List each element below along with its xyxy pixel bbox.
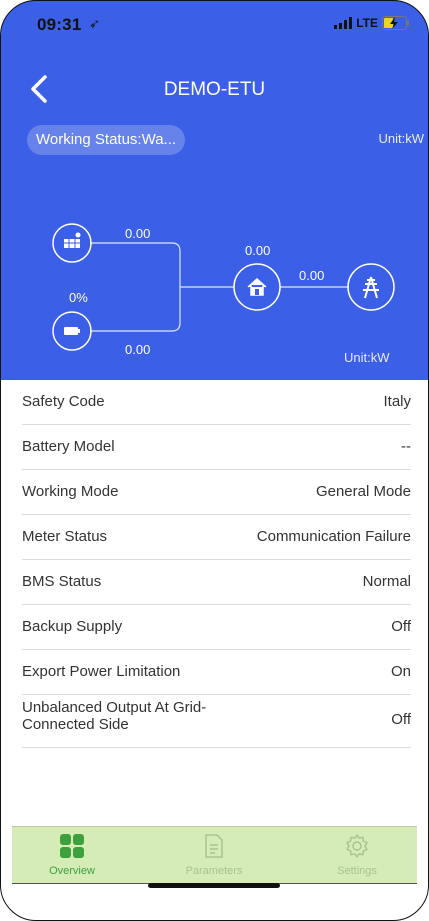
- detail-label: Battery Model: [22, 438, 115, 455]
- bottom-tab-bar: Overview Parameters Settings: [12, 826, 417, 884]
- tab-settings[interactable]: Settings: [297, 833, 417, 877]
- document-icon: [205, 834, 223, 858]
- grid-node[interactable]: [347, 263, 395, 311]
- load-power-value: 0.00: [245, 243, 271, 258]
- detail-label: Backup Supply: [22, 618, 123, 635]
- tab-label: Settings: [337, 865, 377, 877]
- detail-row-export-power-limitation: Export Power Limitation On: [22, 650, 411, 695]
- detail-row-safety-code: Safety Code Italy: [22, 380, 411, 425]
- energy-flow-diagram: [52, 223, 395, 351]
- app-screen: 09:31 ➶ LTE DEMO-ETU Working Status:Wa..…: [0, 0, 429, 921]
- detail-value: Normal: [362, 573, 411, 590]
- pv-node[interactable]: [52, 223, 92, 263]
- detail-label: BMS Status: [22, 573, 102, 590]
- tab-overview[interactable]: Overview: [12, 833, 132, 877]
- battery-node[interactable]: [52, 311, 92, 351]
- detail-row-battery-model: Battery Model --: [22, 425, 411, 470]
- detail-row-meter-status: Meter Status Communication Failure: [22, 515, 411, 560]
- detail-value: General Mode: [315, 483, 411, 500]
- battery-power-value: 0.00: [125, 342, 151, 357]
- tab-parameters[interactable]: Parameters: [154, 833, 274, 877]
- battery-soc-value: 0%: [69, 290, 88, 305]
- grid-icon: [60, 834, 84, 858]
- detail-label: Working Mode: [22, 483, 119, 500]
- gear-icon: [346, 834, 368, 858]
- grid-power-value: 0.00: [299, 268, 325, 283]
- detail-value: --: [401, 438, 411, 455]
- home-node[interactable]: [233, 263, 281, 311]
- pv-power-value: 0.00: [125, 226, 151, 241]
- detail-value: Off: [391, 618, 411, 635]
- flow-lines: [90, 242, 349, 332]
- detail-value: Italy: [383, 393, 411, 410]
- tab-label: Parameters: [185, 865, 243, 877]
- detail-label: Meter Status: [22, 528, 108, 545]
- detail-label: Safety Code: [22, 393, 105, 410]
- detail-row-backup-supply: Backup Supply Off: [22, 605, 411, 650]
- home-indicator[interactable]: [148, 883, 280, 888]
- detail-label: Unbalanced Output At Grid-Connected Side: [22, 699, 207, 733]
- detail-row-unbalanced-output: Unbalanced Output At Grid-Connected Side…: [22, 695, 411, 748]
- header-panel: 09:31 ➶ LTE DEMO-ETU Working Status:Wa..…: [1, 0, 428, 380]
- detail-value: Communication Failure: [256, 528, 411, 545]
- detail-row-working-mode: Working Mode General Mode: [22, 470, 411, 515]
- unit-label-bottom: Unit:kW: [344, 350, 390, 365]
- detail-row-bms-status: BMS Status Normal: [22, 560, 411, 605]
- detail-value: Off: [391, 711, 411, 728]
- detail-value: On: [390, 663, 411, 680]
- detail-label: Export Power Limitation: [22, 663, 181, 680]
- details-list: Safety Code Italy Battery Model -- Worki…: [0, 380, 429, 748]
- tab-label: Overview: [49, 865, 95, 877]
